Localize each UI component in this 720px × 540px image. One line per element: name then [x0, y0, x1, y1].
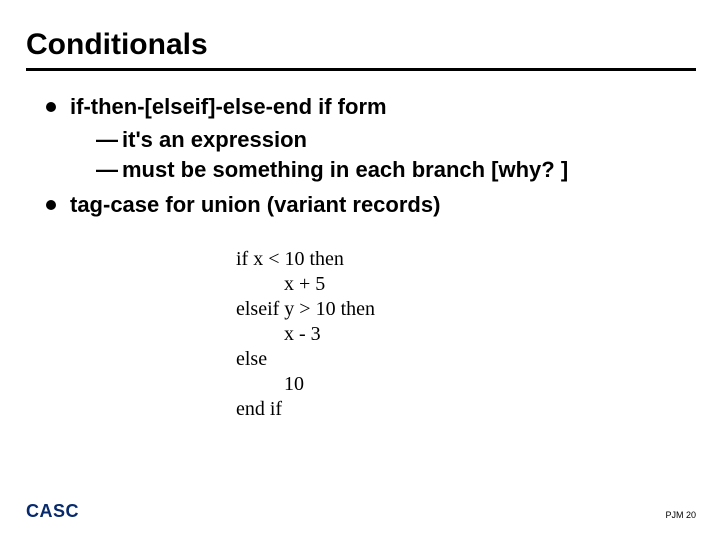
bullet-text: if-then-[elseif]-else-end if form	[70, 93, 387, 122]
code-line: x + 5	[236, 272, 694, 297]
sub-bullet-item: — must be something in each branch [why?…	[46, 156, 694, 185]
code-example: if x < 10 then x + 5 elseif y > 10 then …	[236, 247, 694, 422]
bullet-item: tag-case for union (variant records)	[46, 191, 694, 220]
code-line: end if	[236, 397, 694, 422]
dash-icon: —	[96, 126, 118, 155]
footer-prefix: PJM	[665, 510, 683, 520]
code-line: else	[236, 347, 694, 372]
bullet-icon	[46, 200, 56, 210]
code-line: elseif y > 10 then	[236, 297, 694, 322]
footer-page-number: 20	[686, 510, 696, 520]
footer-logo-text: CASC	[26, 501, 79, 522]
content-area: if-then-[elseif]-else-end if form — it's…	[0, 93, 720, 422]
title-divider	[26, 68, 696, 71]
bullet-item: if-then-[elseif]-else-end if form	[46, 93, 694, 122]
code-line: if x < 10 then	[236, 247, 694, 272]
dash-icon: —	[96, 156, 118, 185]
footer-page-label: PJM 20	[665, 510, 696, 520]
sub-bullet-text: it's an expression	[122, 126, 307, 155]
code-line: 10	[236, 372, 694, 397]
code-line: x - 3	[236, 322, 694, 347]
bullet-text: tag-case for union (variant records)	[70, 191, 440, 220]
bullet-icon	[46, 102, 56, 112]
slide-title: Conditionals	[0, 0, 720, 68]
sub-bullet-text: must be something in each branch [why? ]	[122, 156, 568, 185]
sub-bullet-item: — it's an expression	[46, 126, 694, 155]
